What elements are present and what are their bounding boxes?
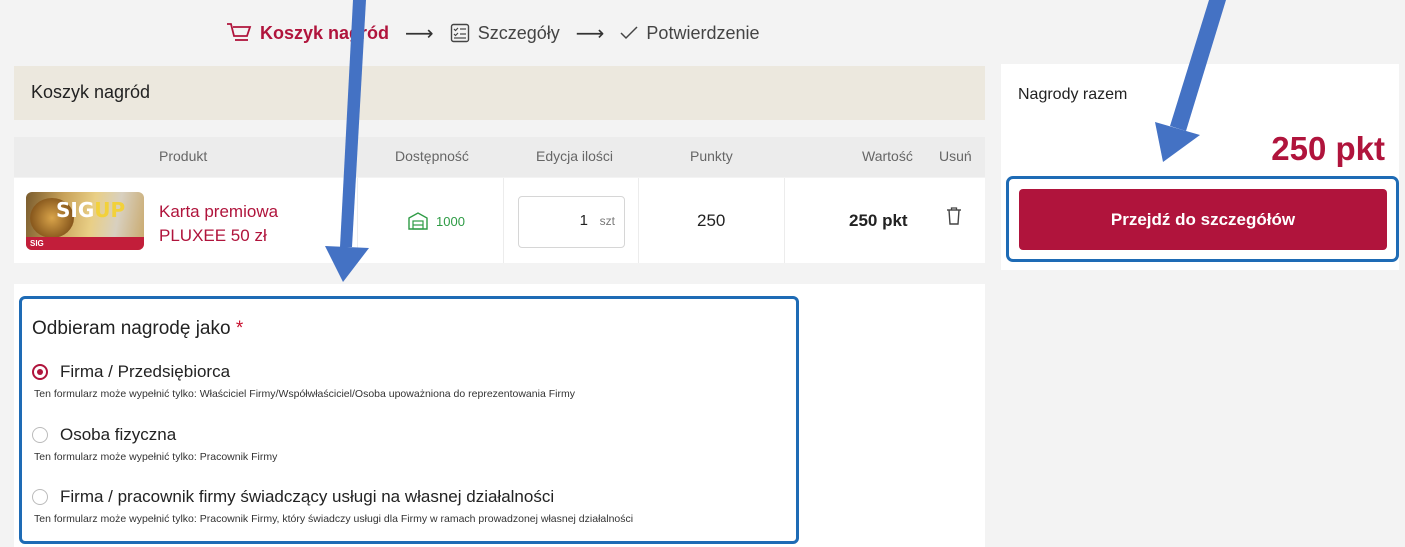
- check-icon: [620, 26, 638, 40]
- summary-label: Nagrody razem: [1018, 86, 1128, 103]
- quantity-unit: szt: [599, 214, 615, 228]
- checkout-stepper: Koszyk nagród ⟶ Szczegóły ⟶ Potwierdzeni…: [226, 18, 759, 48]
- cell-divider: [357, 178, 358, 263]
- cell-divider: [784, 178, 785, 263]
- availability-count: 1000: [436, 213, 465, 229]
- step-details-label: Szczegóły: [477, 22, 560, 43]
- step-confirmation[interactable]: Potwierdzenie: [620, 23, 759, 44]
- option-label: Firma / Przedsiębiorca: [60, 362, 231, 381]
- col-points: Punkty: [690, 148, 733, 164]
- quantity-input[interactable]: 1 szt: [518, 196, 625, 248]
- step-cart[interactable]: Koszyk nagród: [226, 22, 389, 44]
- option-label: Firma / pracownik firmy świadczący usług…: [60, 487, 555, 506]
- col-remove: Usuń: [939, 148, 972, 164]
- step-details[interactable]: Szczegóły: [450, 23, 560, 44]
- option-hint: Ten formularz może wypełnić tylko: Praco…: [34, 451, 278, 463]
- cart-header: Koszyk nagród: [14, 66, 985, 120]
- card-sig-logo: SIG: [30, 239, 44, 248]
- cart-icon: [227, 23, 252, 41]
- option-hint: Ten formularz może wypełnić tylko: Właśc…: [34, 388, 575, 400]
- option-label: Osoba fizyczna: [60, 425, 177, 444]
- cell-divider: [638, 178, 639, 263]
- availability: 1000: [408, 212, 465, 230]
- cart-title: Koszyk nagród: [31, 82, 151, 102]
- cell-divider: [503, 178, 504, 263]
- cart-table-header: Produkt Dostępność Edycja ilości Punkty …: [14, 137, 985, 177]
- col-quantity: Edycja ilości: [536, 148, 614, 164]
- card-brand-logo: SIGUP: [56, 198, 126, 222]
- option-hint: Ten formularz może wypełnić tylko: Praco…: [34, 513, 634, 525]
- step-arrow-icon: ⟶: [405, 22, 434, 45]
- radio-button[interactable]: [32, 489, 48, 505]
- cart-row: SIGUP SIG Karta premiowa PLUXEE 50 zł 10…: [14, 178, 985, 263]
- radio-button[interactable]: [32, 364, 48, 380]
- go-to-details-button[interactable]: Przejdź do szczegółów: [1019, 189, 1387, 250]
- step-confirmation-label: Potwierdzenie: [646, 22, 760, 43]
- item-points: 250: [697, 211, 726, 230]
- col-product: Produkt: [159, 148, 208, 164]
- checklist-icon: [450, 23, 469, 43]
- item-value: 250 pkt: [849, 211, 908, 230]
- col-availability: Dostępność: [395, 148, 469, 164]
- quantity-value: 1: [579, 212, 588, 229]
- summary-total: 250 pkt: [1271, 130, 1385, 167]
- recipient-type-title: Odbieram nagrodę jako *: [32, 318, 244, 339]
- radio-button[interactable]: [32, 427, 48, 443]
- col-value: Wartość: [862, 148, 913, 164]
- warehouse-icon: [408, 212, 428, 230]
- product-image[interactable]: SIGUP SIG: [26, 192, 144, 250]
- product-name-link[interactable]: Karta premiowa PLUXEE 50 zł: [159, 200, 329, 248]
- required-mark: *: [235, 318, 244, 339]
- trash-icon[interactable]: [946, 206, 962, 231]
- step-arrow-icon: ⟶: [575, 22, 605, 45]
- step-cart-label: Koszyk nagród: [260, 22, 390, 43]
